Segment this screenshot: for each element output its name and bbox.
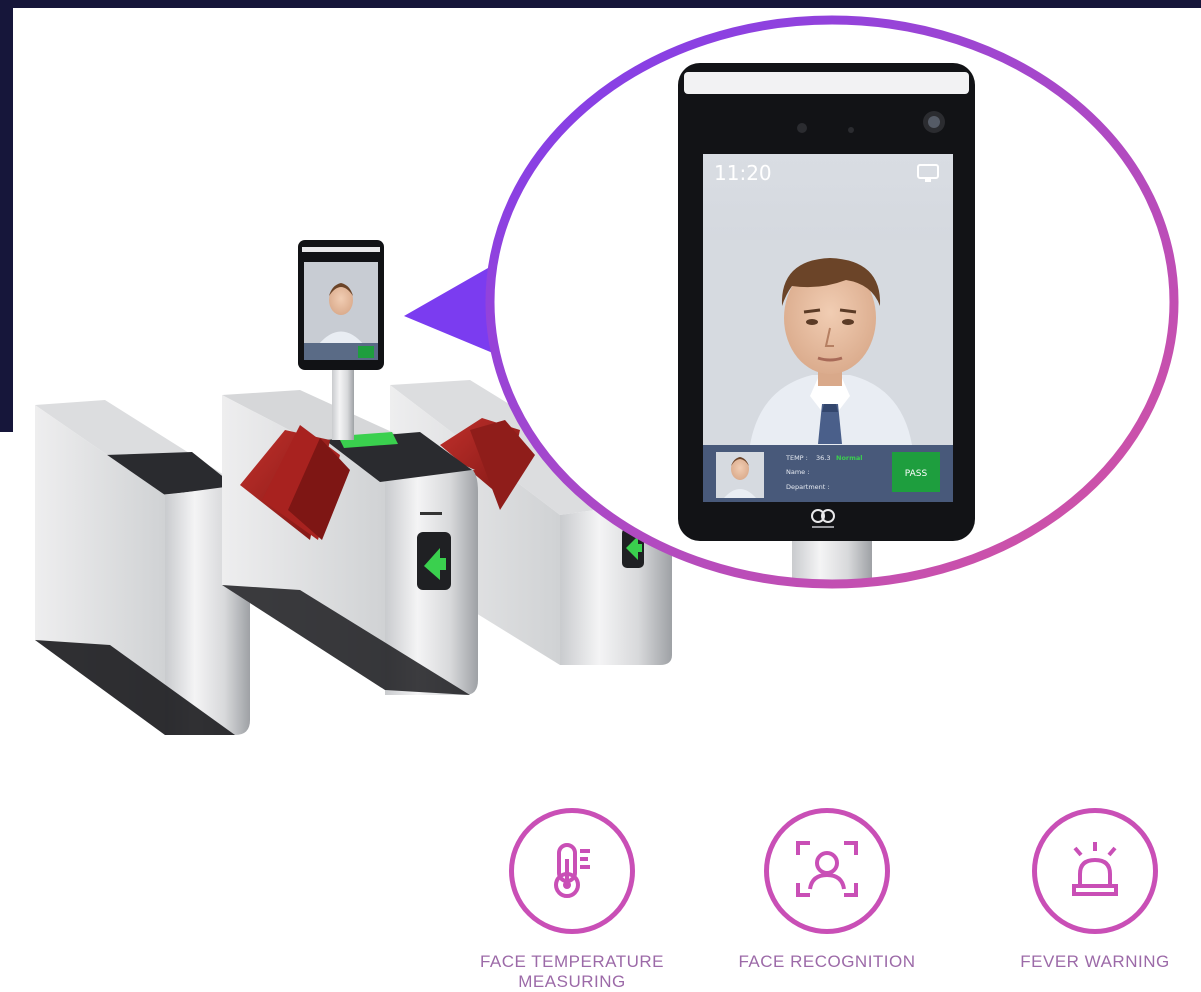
name-label: Name :: [786, 468, 809, 476]
feature-ring: [509, 808, 635, 934]
alarm-light-icon: [1062, 838, 1128, 905]
thermometer-icon: [542, 837, 602, 906]
feature-ring: [1032, 808, 1158, 934]
temp-status: Normal: [836, 454, 863, 462]
temp-value: 36.3: [816, 454, 830, 462]
pointer-triangle: [404, 268, 500, 356]
feature-label: FACE RECOGNITION: [738, 952, 916, 971]
face-scan-icon: [792, 837, 862, 906]
turnstile-left: [35, 400, 250, 735]
feature-ring: [764, 808, 890, 934]
feature-label: FEVER WARNING: [1020, 952, 1170, 971]
screen-time: 11:20: [714, 161, 772, 185]
feature-recognition: FACE RECOGNITION: [727, 808, 927, 972]
feature-label: FACE TEMPERATURE MEASURING: [479, 952, 664, 991]
pass-button: PASS: [905, 469, 928, 479]
feature-fever-warning: FEVER WARNING: [995, 808, 1195, 972]
feature-temperature: FACE TEMPERATURE MEASURING: [472, 808, 672, 992]
department-label: Department :: [786, 483, 830, 491]
temp-label: TEMP :: [785, 454, 808, 462]
small-device: [298, 240, 384, 370]
